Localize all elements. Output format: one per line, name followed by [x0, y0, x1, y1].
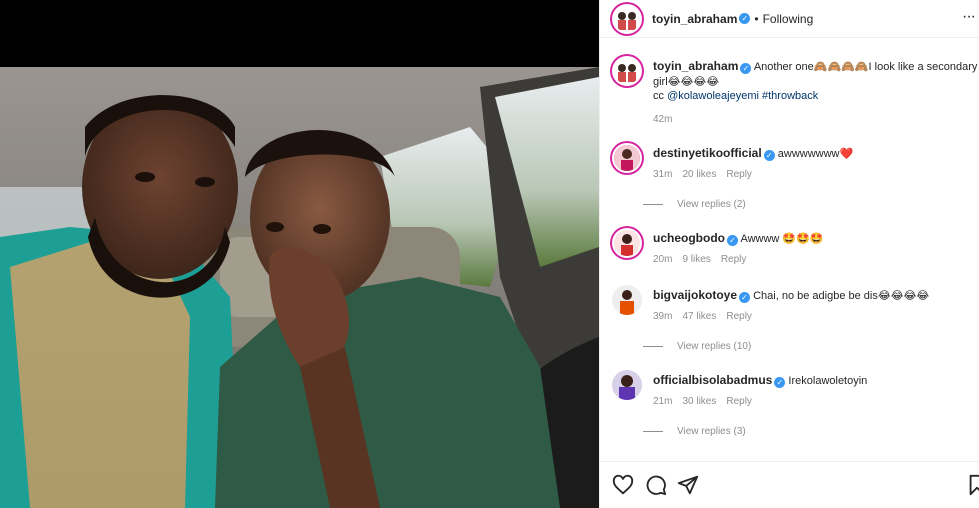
view-replies-button[interactable]: View replies (3)	[643, 426, 746, 437]
comment-meta: 39m 47 likes Reply	[653, 310, 979, 325]
comment-time[interactable]: 20m	[653, 253, 672, 268]
comment-likes[interactable]: 47 likes	[682, 310, 716, 325]
comment-meta: 31m 20 likes Reply	[653, 168, 979, 183]
comment-time[interactable]: 21m	[653, 395, 672, 410]
post-header: toyin_abraham ✓ • Following ···	[600, 0, 979, 38]
comment-text: Chai, no be adigbe be dis😂😂😂😂	[753, 290, 930, 302]
comment-avatar-image	[612, 285, 642, 315]
author-username[interactable]: toyin_abraham	[652, 12, 737, 26]
comment-text: awwwwwww❤️	[777, 148, 854, 160]
replies-line	[643, 346, 663, 347]
comment-time[interactable]: 31m	[653, 168, 672, 183]
caption-mention-link[interactable]: @kolawoleajeyemi	[667, 90, 759, 102]
view-replies-button[interactable]: View replies (10)	[643, 341, 751, 352]
verified-badge-icon: ✓	[774, 377, 786, 388]
caption-avatar-image	[614, 58, 640, 84]
comment-meta: 20m 9 likes Reply	[653, 253, 979, 268]
comment-likes[interactable]: 9 likes	[682, 253, 710, 268]
caption-avatar[interactable]	[612, 56, 642, 86]
caption-username[interactable]: toyin_abraham	[653, 59, 738, 73]
comment-time[interactable]: 39m	[653, 310, 672, 325]
more-options-icon[interactable]: ···	[962, 8, 976, 26]
caption-text-block: toyin_abraham ✓ Another one🙈🙈🙈🙈I look lik…	[653, 59, 979, 89]
share-icon[interactable]	[677, 474, 699, 496]
heart-icon[interactable]	[612, 474, 634, 496]
post-photo[interactable]	[0, 67, 599, 508]
comment-text: Awwww 🤩🤩🤩	[740, 233, 824, 245]
comment-avatar[interactable]	[612, 370, 642, 400]
author-avatar-image	[614, 5, 640, 32]
comment-reply-button[interactable]: Reply	[726, 310, 752, 325]
post-media	[0, 0, 599, 508]
verified-badge-icon: ✓	[763, 150, 775, 161]
comment-username[interactable]: ucheogbodo	[653, 231, 725, 245]
comment-avatar[interactable]	[612, 143, 642, 173]
caption-body: toyin_abraham ✓ Another one🙈🙈🙈🙈I look lik…	[653, 59, 979, 127]
comment-avatar[interactable]	[612, 228, 642, 258]
comment-username[interactable]: officialbisolabadmus	[653, 373, 772, 387]
bookmark-icon[interactable]	[966, 474, 979, 496]
replies-line	[643, 204, 663, 205]
comment-avatar-image	[614, 230, 640, 256]
comment-reply-button[interactable]: Reply	[721, 253, 747, 268]
view-replies-label: View replies (3)	[677, 426, 746, 437]
selfie-image	[0, 67, 599, 508]
comment-body: officialbisolabadmus ✓ Irekolawoletoyin 2…	[653, 373, 979, 409]
view-replies-label: View replies (2)	[677, 199, 746, 210]
comment-avatar-image	[614, 145, 640, 171]
following-button[interactable]: Following	[763, 12, 814, 26]
comment-avatar[interactable]	[612, 285, 642, 315]
caption-time[interactable]: 42m	[653, 113, 672, 128]
caption-cc: cc	[653, 90, 668, 102]
comment-reply-button[interactable]: Reply	[726, 395, 752, 410]
comment-body: destinyetikoofficial ✓ awwwwwww❤️ 31m 20 …	[653, 146, 979, 182]
header-text: toyin_abraham ✓ • Following	[652, 12, 813, 26]
comment-meta: 21m 30 likes Reply	[653, 395, 979, 410]
comment-body: bigvaijokotoye ✓ Chai, no be adigbe be di…	[653, 288, 979, 324]
view-replies-button[interactable]: View replies (2)	[643, 199, 746, 210]
replies-line	[643, 431, 663, 432]
comment-likes[interactable]: 20 likes	[682, 168, 716, 183]
caption-meta: 42m	[653, 113, 979, 128]
verified-badge-icon: ✓	[740, 63, 752, 74]
comment-reply-button[interactable]: Reply	[726, 168, 752, 183]
comments-list: toyin_abraham ✓ Another one🙈🙈🙈🙈I look lik…	[600, 40, 979, 460]
verified-badge-icon: ✓	[739, 292, 751, 303]
caption-line2: cc @kolawoleajeyemi #throwback	[653, 89, 979, 104]
view-replies-label: View replies (10)	[677, 341, 752, 352]
author-avatar[interactable]	[612, 3, 642, 34]
comment-username[interactable]: destinyetikoofficial	[653, 146, 762, 160]
comment-text: Irekolawoletoyin	[788, 375, 868, 387]
verified-badge-icon: ✓	[739, 13, 751, 24]
comment-username[interactable]: bigvaijokotoye	[653, 288, 737, 302]
comment-avatar-image	[612, 370, 642, 400]
comment-likes[interactable]: 30 likes	[682, 395, 716, 410]
verified-badge-icon: ✓	[727, 235, 738, 246]
separator-dot: •	[754, 11, 759, 26]
comment-icon[interactable]	[645, 474, 667, 496]
caption-hashtag-link[interactable]: #throwback	[762, 90, 818, 102]
post-side-panel: toyin_abraham ✓ • Following ··· toyin_ab…	[599, 0, 979, 508]
action-bar	[600, 461, 979, 508]
comment-body: ucheogbodo ✓ Awwww 🤩🤩🤩 20m 9 likes Reply	[653, 231, 979, 267]
